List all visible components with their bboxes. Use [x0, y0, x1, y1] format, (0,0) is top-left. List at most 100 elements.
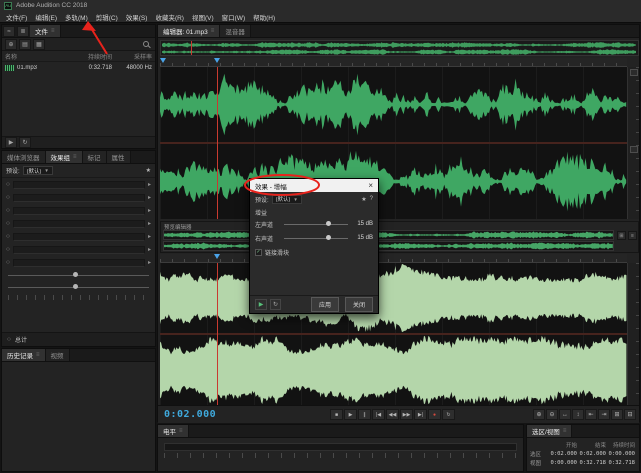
zoom-amplitude-button[interactable]: ↕ — [572, 409, 584, 420]
slider-knob[interactable] — [326, 221, 332, 226]
effect-slot[interactable] — [12, 232, 145, 241]
tab-media-browser[interactable]: 媒体浏览器 — [2, 151, 46, 163]
rack-slot[interactable]: ○ ▸ — [2, 191, 155, 204]
left-gain-slider[interactable] — [284, 221, 348, 226]
selection-start[interactable]: 0:02.000 — [548, 451, 578, 457]
auto-play-icon[interactable]: ▶ — [5, 137, 17, 148]
file-row[interactable]: 01.mp3 0:32.718 48000 Hz — [2, 62, 155, 73]
tab-selection-view[interactable]: 选区/视图 ≡ — [527, 425, 573, 437]
menu-clip[interactable]: 剪辑(C) — [92, 11, 122, 22]
panel-menu-icon[interactable]: ≡ — [73, 154, 77, 160]
tab-mixer[interactable]: 混音器 — [220, 25, 251, 37]
rack-slot[interactable]: ○ ▸ — [2, 256, 155, 269]
tab-video[interactable]: 视频 — [45, 349, 70, 361]
dialog-close-icon[interactable]: × — [368, 181, 373, 190]
effect-slot[interactable] — [12, 193, 145, 202]
power-icon[interactable]: ○ — [6, 181, 10, 188]
effect-slot[interactable] — [12, 245, 145, 254]
panel-menu-icon[interactable]: ≡ — [211, 28, 215, 34]
zoom-selection-button[interactable]: ⊞ — [611, 409, 623, 420]
loop-button[interactable]: ↻ — [442, 409, 455, 420]
power-icon[interactable]: ○ — [6, 246, 10, 253]
slot-arrow-icon[interactable]: ▸ — [148, 207, 151, 214]
menu-edit[interactable]: 编辑(E) — [31, 11, 61, 22]
tab-properties[interactable]: 属性 — [106, 151, 131, 163]
rack-slot[interactable]: ○ ▸ — [2, 178, 155, 191]
selection-end[interactable]: 0:02.000 — [577, 451, 607, 457]
tab-levels[interactable]: 电平 ≡ — [158, 425, 189, 437]
column-name[interactable]: 名称 — [5, 52, 78, 61]
zoom-out-button[interactable]: ⊖ — [546, 409, 558, 420]
pause-button[interactable]: ∥ — [358, 409, 371, 420]
tab-effects-rack[interactable]: 效果组 ≡ — [45, 151, 83, 163]
tab-files[interactable]: 文件 ≡ — [30, 25, 61, 37]
apply-button[interactable]: 应用 — [310, 297, 339, 312]
selection-start-marker[interactable] — [160, 58, 166, 63]
preset-dropdown[interactable]: (默认) ▼ — [271, 194, 302, 204]
slot-arrow-icon[interactable]: ▸ — [148, 233, 151, 240]
selection-duration[interactable]: 0:00.000 — [606, 451, 636, 457]
menu-view[interactable]: 视图(V) — [188, 11, 218, 22]
rack-slot[interactable]: ○ ▸ — [2, 204, 155, 217]
record-button[interactable]: ● — [428, 409, 441, 420]
play-button[interactable]: ▶ — [344, 409, 357, 420]
power-icon[interactable]: ○ — [6, 207, 10, 214]
preview-playhead-marker[interactable] — [214, 254, 220, 259]
slot-arrow-icon[interactable]: ▸ — [148, 246, 151, 253]
link-sliders-checkbox[interactable]: ✓ — [255, 248, 262, 256]
menu-favorites[interactable]: 收藏夹(R) — [151, 11, 188, 22]
playhead[interactable] — [217, 67, 218, 219]
view-end[interactable]: 0:32.718 — [577, 460, 607, 466]
preview-zoom-icon[interactable]: ⊞ — [617, 231, 626, 240]
input-gain-slider[interactable] — [8, 272, 149, 277]
playhead-marker[interactable] — [214, 58, 220, 63]
slot-arrow-icon[interactable]: ▸ — [148, 181, 151, 188]
slider-knob[interactable] — [326, 235, 332, 240]
amplitude-scale[interactable] — [627, 67, 639, 219]
zoom-selection-start-button[interactable]: ⇤ — [585, 409, 597, 420]
skip-to-start-button[interactable]: |◀ — [372, 409, 385, 420]
power-icon[interactable]: ○ — [6, 233, 10, 240]
left-channel-button[interactable] — [629, 69, 638, 76]
right-gain-slider[interactable] — [284, 235, 348, 240]
slider-knob[interactable] — [72, 284, 78, 289]
view-duration[interactable]: 0:32.718 — [606, 460, 636, 466]
preview-mini-waveform[interactable] — [163, 241, 614, 251]
panel-menu-icon[interactable]: ≡ — [51, 28, 55, 34]
preview-ruler[interactable] — [160, 254, 627, 263]
new-folder-icon[interactable]: ▤ — [19, 38, 31, 50]
help-icon[interactable]: ? — [370, 196, 373, 202]
tab-history[interactable]: 历史记录 ≡ — [2, 349, 46, 361]
rack-slot[interactable]: ○ ▸ — [2, 243, 155, 256]
zoom-time-button[interactable]: ↔ — [559, 409, 571, 420]
search-icon[interactable] — [143, 41, 149, 47]
power-icon[interactable]: ○ — [6, 194, 10, 201]
output-gain-slider[interactable] — [8, 284, 149, 289]
multitrack-view-icon[interactable]: ≣ — [17, 26, 29, 37]
panel-menu-icon[interactable]: ≡ — [36, 352, 40, 358]
slot-arrow-icon[interactable]: ▸ — [148, 194, 151, 201]
slider-knob[interactable] — [72, 272, 78, 277]
waveform-display[interactable] — [160, 67, 627, 219]
menu-effects[interactable]: 效果(S) — [122, 11, 152, 22]
files-column-header[interactable]: 名称 持续时间 采样率 — [2, 51, 155, 62]
right-gain-value[interactable]: 15 dB — [351, 235, 373, 241]
fast-forward-button[interactable]: ▶▶ — [400, 409, 413, 420]
preview-amplitude-scale[interactable] — [627, 263, 639, 405]
waveform-overview[interactable] — [160, 40, 639, 56]
effect-slot[interactable] — [12, 258, 145, 267]
preview-menu-icon[interactable]: ≡ — [628, 231, 637, 240]
preview-waveform-display[interactable] — [160, 263, 627, 405]
loop-playback-icon[interactable]: ↻ — [19, 137, 31, 148]
tab-markers[interactable]: 标记 — [82, 151, 107, 163]
preview-playhead[interactable] — [217, 263, 218, 405]
panel-menu-icon[interactable]: ≡ — [179, 428, 183, 434]
media-filter-icon[interactable]: ▦ — [33, 38, 45, 50]
stop-button[interactable]: ■ — [330, 409, 343, 420]
effect-slot[interactable] — [12, 180, 145, 189]
rack-slot[interactable]: ○ ▸ — [2, 230, 155, 243]
column-sample-rate[interactable]: 采样率 — [112, 52, 152, 61]
power-icon[interactable]: ○ — [7, 336, 11, 343]
panel-menu-icon[interactable]: ≡ — [563, 428, 567, 434]
effect-slot[interactable] — [12, 219, 145, 228]
